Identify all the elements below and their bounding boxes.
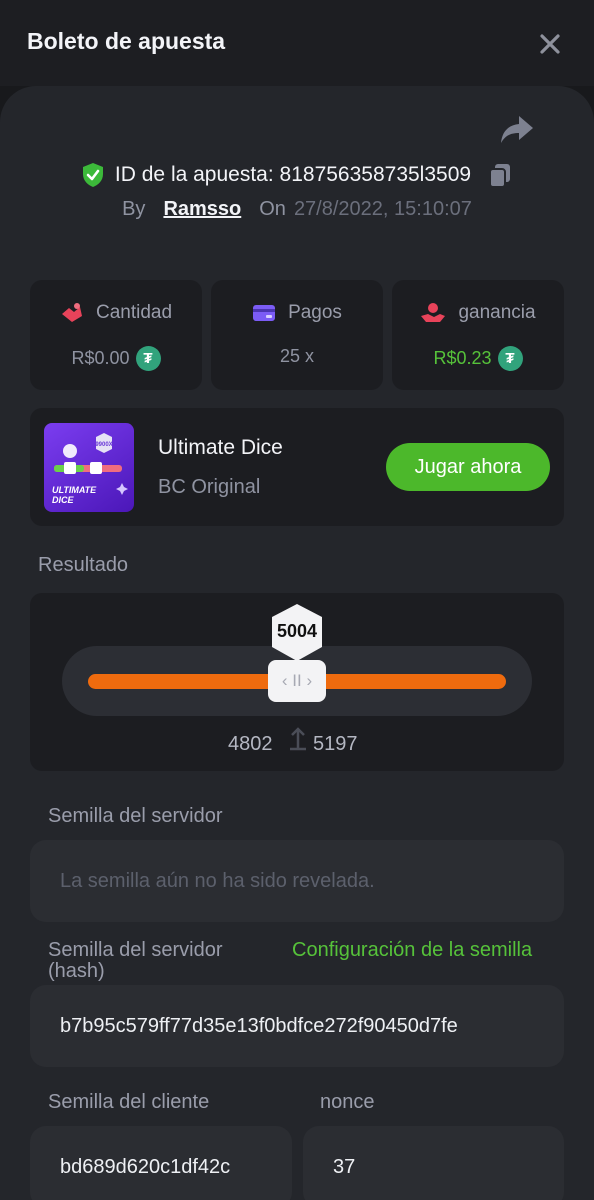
slider-handle[interactable]: ‹ II › — [268, 660, 326, 702]
bet-id: ID de la apuesta: 818756358735l3509 — [114, 163, 472, 186]
thumb-title-2: DICE — [52, 495, 74, 505]
profit-card: ganancia R$0.23 ₮ — [392, 280, 564, 390]
nonce-input[interactable] — [303, 1126, 564, 1200]
by-label: By — [122, 198, 146, 220]
game-card: 9900X ULTIMATE DICE Ultimate Dice BC Ori… — [30, 408, 564, 526]
amount-value: R$0.00 — [71, 348, 130, 368]
range-high: 5197 — [313, 733, 358, 755]
money-hand-icon — [61, 303, 82, 322]
bet-date: 27/8/2022, 15:10:07 — [293, 198, 472, 220]
result-box: ‹ II › 5004 4802 5197 — [30, 593, 564, 771]
profit-value: R$0.23 — [433, 348, 492, 368]
range-low: 4802 — [228, 733, 273, 755]
payout-label: Pagos — [288, 302, 342, 323]
close-icon[interactable] — [536, 30, 564, 58]
bet-id-row: ID de la apuesta: 818756358735l3509 — [0, 158, 594, 192]
thumb-title-1: ULTIMATE — [52, 485, 97, 495]
result-value: 5004 — [276, 621, 318, 641]
page-title: Boleto de apuesta — [27, 28, 226, 54]
tether-coin-icon: ₮ — [497, 346, 523, 371]
payout-value: 25 x — [279, 346, 315, 366]
result-label: Resultado — [38, 554, 129, 576]
copy-icon[interactable] — [487, 162, 513, 188]
server-hash-input[interactable] — [30, 985, 564, 1067]
game-name: Ultimate Dice — [158, 436, 283, 459]
game-provider: BC Original — [158, 476, 261, 498]
play-now-button[interactable]: Jugar ahora — [386, 443, 550, 491]
share-icon[interactable] — [499, 114, 535, 144]
on-label: On — [259, 198, 286, 220]
server-hash-label: Semilla del servidor (hash) — [48, 939, 223, 982]
payout-card: Pagos 25 x — [211, 280, 383, 390]
server-seed-label: Semilla del servidor — [48, 805, 223, 827]
header: Boleto de apuesta — [0, 0, 594, 86]
arrow-up-icon — [290, 727, 306, 751]
amount-card: Cantidad R$0.00 ₮ — [30, 280, 202, 390]
client-seed-label: Semilla del cliente — [48, 1091, 210, 1113]
amount-label: Cantidad — [95, 302, 173, 323]
author-row: By Ramsso On 27/8/2022, 15:10:07 — [0, 198, 594, 221]
card-icon — [253, 305, 276, 321]
server-seed-input[interactable] — [30, 840, 564, 922]
game-thumbnail[interactable]: 9900X ULTIMATE DICE — [44, 423, 134, 512]
tether-coin-icon: ₮ — [135, 346, 161, 371]
client-seed-input[interactable] — [30, 1126, 292, 1200]
nonce-label: nonce — [320, 1091, 375, 1113]
shield-check-icon — [82, 163, 103, 187]
profit-label: ganancia — [458, 302, 536, 323]
seed-config-link[interactable]: Configuración de la semilla — [292, 940, 552, 961]
hand-coin-icon — [421, 303, 446, 322]
thumb-badge: 9900X — [95, 442, 112, 448]
user-link[interactable]: Ramsso — [163, 198, 241, 221]
